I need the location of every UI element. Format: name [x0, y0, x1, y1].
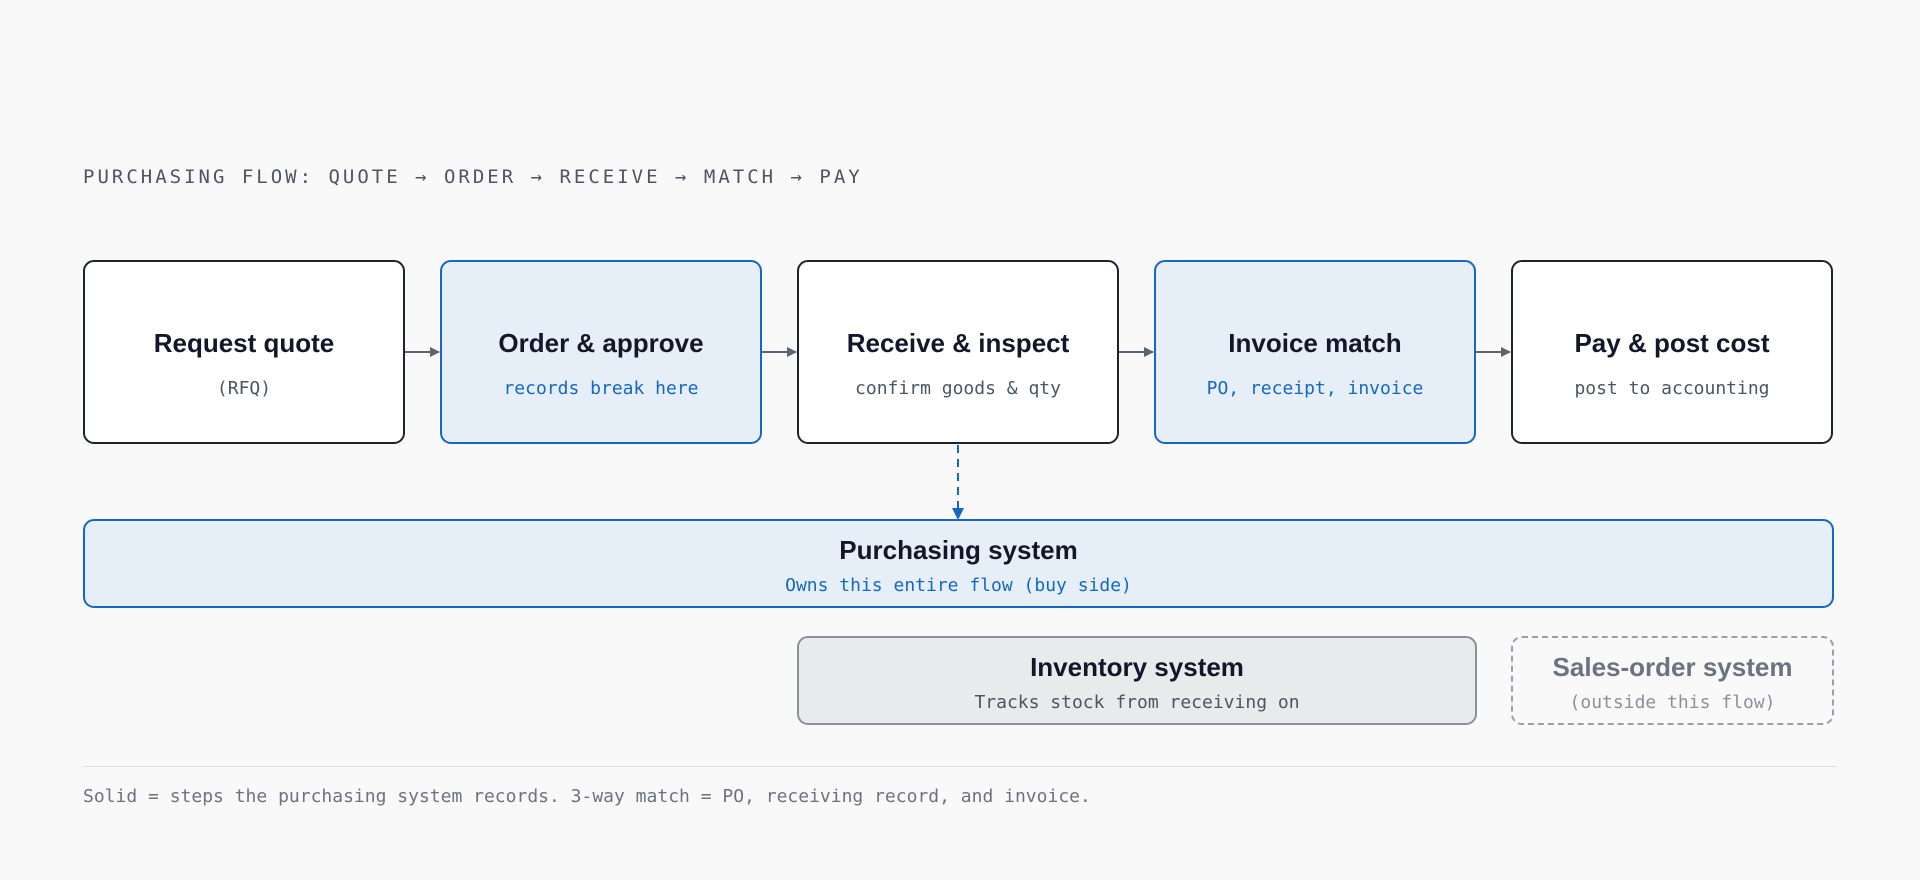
step-title: Pay & post cost [1574, 328, 1770, 358]
step-subtitle: (RFQ) [216, 378, 272, 399]
step-subtitle: records break here [503, 378, 699, 399]
step-title: Request quote [153, 328, 335, 358]
purchasing-system-subtitle: Owns this entire flow (buy side) [785, 575, 1132, 596]
footnote: Solid = steps the purchasing system reco… [83, 786, 1091, 807]
step-title: Receive & inspect [846, 328, 1070, 358]
purchasing-system-title: Purchasing system [839, 535, 1078, 565]
divider [83, 766, 1836, 767]
step-invoice-match: Invoice match PO, receipt, invoice [1154, 260, 1476, 444]
step-request-quote: Request quote (RFQ) [83, 260, 405, 444]
step-pay-post-cost: Pay & post cost post to accounting [1511, 260, 1833, 444]
step-order-approve: Order & approve records break here [440, 260, 762, 444]
step-title: Invoice match [1228, 328, 1402, 358]
sales-order-system-box: Sales-order system (outside this flow) [1511, 636, 1834, 725]
step-subtitle: confirm goods & qty [855, 378, 1061, 399]
sales-order-system-title: Sales-order system [1552, 652, 1793, 682]
step-title: Order & approve [498, 328, 704, 358]
sales-order-system-subtitle: (outside this flow) [1569, 692, 1776, 713]
diagram-canvas: PURCHASING FLOW: QUOTE → ORDER → RECEIVE… [0, 0, 1920, 880]
inventory-system-box: Inventory system Tracks stock from recei… [797, 636, 1477, 725]
step-subtitle: post to accounting [1574, 378, 1770, 399]
inventory-system-subtitle: Tracks stock from receiving on [974, 692, 1300, 713]
step-receive-inspect: Receive & inspect confirm goods & qty [797, 260, 1119, 444]
step-subtitle: PO, receipt, invoice [1206, 378, 1424, 399]
inventory-system-title: Inventory system [1030, 652, 1244, 682]
purchasing-system-box: Purchasing system Owns this entire flow … [83, 519, 1834, 608]
